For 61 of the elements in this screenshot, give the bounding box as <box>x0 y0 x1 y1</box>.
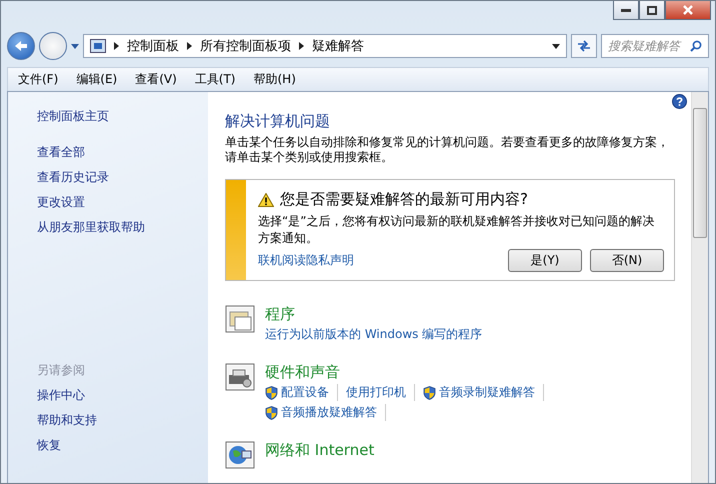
sidebar-link[interactable]: 恢复 <box>37 433 61 458</box>
close-button[interactable] <box>665 1 711 20</box>
refresh-button[interactable] <box>571 34 597 58</box>
dialog-button[interactable]: 是(Y) <box>508 249 582 272</box>
chevron-icon[interactable] <box>187 42 192 50</box>
minimize-icon <box>621 8 631 12</box>
search-icon <box>690 40 702 52</box>
menu-item[interactable]: 查看(V) <box>135 71 177 88</box>
chevron-icon[interactable] <box>299 42 304 50</box>
sidebar-link[interactable]: 操作中心 <box>37 383 85 408</box>
printer-icon <box>225 363 255 391</box>
breadcrumb[interactable]: 控制面板 <box>127 37 179 55</box>
shield-icon <box>265 406 278 420</box>
scrollbar[interactable] <box>691 92 708 483</box>
breadcrumb[interactable]: 疑难解答 <box>312 37 364 55</box>
sidebar-link[interactable]: 帮助和支持 <box>37 408 97 433</box>
help-icon[interactable] <box>672 94 687 109</box>
minimize-button[interactable] <box>613 1 639 20</box>
close-icon <box>683 5 693 15</box>
see-also-heading: 另请参阅 <box>37 362 86 379</box>
notice-title: 您是否需要疑难解答的最新可用内容? <box>280 190 528 209</box>
sidebar-link[interactable]: 更改设置 <box>37 190 85 215</box>
address-bar[interactable]: 控制面板 所有控制面板项 疑难解答 <box>83 34 567 58</box>
menu-item[interactable]: 文件(F) <box>18 71 58 88</box>
category-title[interactable]: 网络和 Internet <box>265 441 374 460</box>
menu-item[interactable]: 工具(T) <box>194 71 236 88</box>
task-link[interactable]: 配置设备 <box>281 384 329 401</box>
breadcrumb[interactable]: 所有控制面板项 <box>200 37 291 55</box>
task-link[interactable]: 音频播放疑难解答 <box>281 404 377 421</box>
search-field[interactable]: 搜索疑难解答 <box>601 34 709 58</box>
maximize-icon <box>647 6 657 14</box>
dropdown-icon[interactable] <box>552 44 560 48</box>
menu-item[interactable]: 帮助(H) <box>254 71 296 88</box>
globe-icon <box>225 441 255 469</box>
sidebar-link[interactable]: 查看全部 <box>37 140 85 165</box>
notice-text: 选择“是”之后，您将有权访问最新的联机疑难解答并接收对已知问题的解决方案通知。 <box>258 213 656 247</box>
privacy-link[interactable]: 联机阅读隐私声明 <box>258 252 500 269</box>
shield-icon <box>265 386 278 400</box>
sidebar-link[interactable]: 从朋友那里获取帮助 <box>37 215 145 240</box>
task-link[interactable]: 使用打印机 <box>346 384 406 401</box>
page-title: 解决计算机问题 <box>225 112 331 131</box>
menu-item[interactable]: 编辑(E) <box>76 71 118 88</box>
category-title[interactable]: 硬件和声音 <box>265 363 340 382</box>
program-window-icon <box>225 305 255 333</box>
scroll-thumb[interactable] <box>693 108 707 238</box>
page-description: 单击某个任务以自动排除和修复常见的计算机问题。若要查看更多的故障修复方案，请单击某个类别或使用搜索框。 <box>225 135 670 165</box>
dialog-button[interactable]: 否(N) <box>590 249 664 272</box>
maximize-button[interactable] <box>639 1 665 20</box>
chevron-icon[interactable] <box>114 42 119 50</box>
sidebar-link[interactable]: 控制面板主页 <box>37 104 109 129</box>
warning-icon <box>258 192 274 206</box>
refresh-icon <box>577 40 591 52</box>
task-link[interactable]: 运行为以前版本的 Windows 编写的程序 <box>265 326 482 343</box>
control-panel-icon <box>90 39 106 53</box>
sidebar-link[interactable]: 查看历史记录 <box>37 165 109 190</box>
back-arrow-icon <box>14 40 28 52</box>
forward-button[interactable] <box>39 32 67 60</box>
shield-icon <box>423 386 436 400</box>
category-title[interactable]: 程序 <box>265 305 295 324</box>
task-link[interactable]: 音频录制疑难解答 <box>439 384 535 401</box>
back-button[interactable] <box>7 32 35 60</box>
